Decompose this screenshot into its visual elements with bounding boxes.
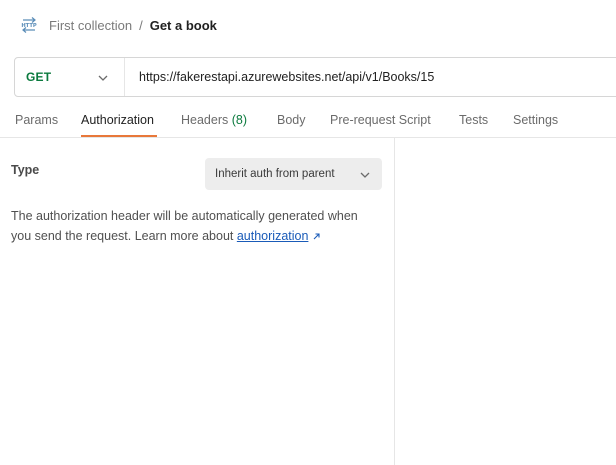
auth-description-line-1: The authorization header will be automat…: [11, 209, 358, 223]
external-link-icon[interactable]: [312, 227, 321, 247]
svg-text:HTTP: HTTP: [21, 23, 37, 29]
method-select[interactable]: GET: [15, 58, 125, 96]
auth-right-panel: [395, 138, 616, 465]
tab-settings[interactable]: Settings: [513, 113, 558, 127]
request-editor: HTTP First collection / Get a book GET h…: [0, 0, 616, 465]
tab-pre-request-script[interactable]: Pre-request Script: [330, 113, 431, 127]
authorization-docs-link[interactable]: authorization: [237, 229, 309, 243]
request-name[interactable]: Get a book: [150, 18, 217, 33]
chevron-down-icon: [98, 68, 108, 86]
url-bar: GET https://fakerestapi.azurewebsites.ne…: [14, 57, 616, 97]
breadcrumb-parent-collection[interactable]: First collection: [49, 18, 132, 33]
auth-description: The authorization header will be automat…: [11, 206, 386, 247]
http-request-icon: HTTP: [20, 16, 38, 34]
headers-count-badge: (8): [231, 113, 248, 127]
auth-type-selected: Inherit auth from parent: [215, 168, 335, 180]
chevron-down-icon: [360, 165, 370, 183]
breadcrumb-separator: /: [139, 17, 143, 33]
tab-tests[interactable]: Tests: [459, 113, 488, 127]
tab-body[interactable]: Body: [277, 113, 306, 127]
url-input[interactable]: https://fakerestapi.azurewebsites.net/ap…: [125, 70, 434, 84]
auth-description-prefix: you send the request. Learn more about: [11, 229, 237, 243]
tab-headers-label: Headers: [181, 113, 229, 127]
auth-type-select[interactable]: Inherit auth from parent: [205, 158, 382, 190]
method-label: GET: [26, 70, 52, 84]
request-tabs: Params Authorization Headers (8) Body Pr…: [0, 104, 616, 138]
tab-headers[interactable]: Headers (8): [181, 113, 247, 127]
active-tab-indicator: [81, 135, 157, 137]
tab-params[interactable]: Params: [15, 113, 58, 127]
auth-type-label: Type: [11, 163, 40, 177]
auth-description-line-2: you send the request. Learn more about a…: [11, 226, 386, 247]
tab-authorization[interactable]: Authorization: [81, 113, 154, 127]
breadcrumb: HTTP First collection / Get a book: [20, 14, 217, 36]
